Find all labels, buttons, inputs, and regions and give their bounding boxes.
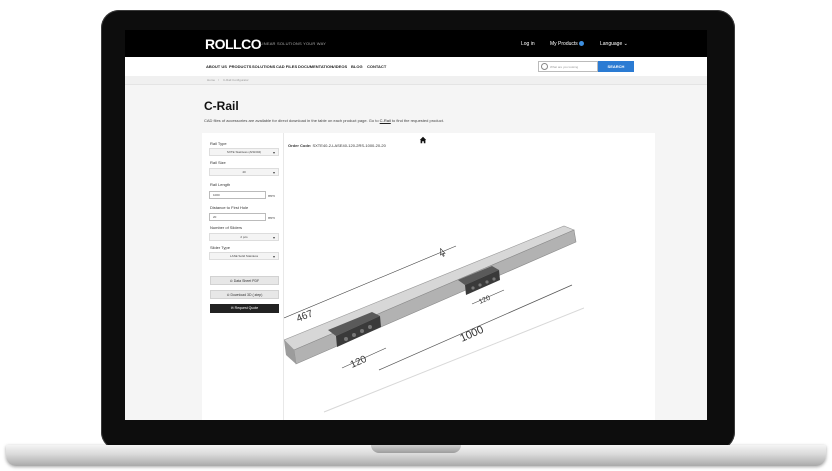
rollco-logo[interactable]: ROLLCO (205, 36, 262, 52)
breadcrumb: Home / C-Rail Configurator (125, 76, 707, 85)
slider-2-bolt (492, 277, 496, 281)
slider-1-bolt (352, 333, 356, 337)
rail-length-label: Rail Length (210, 182, 231, 187)
page-title: C-Rail (204, 99, 239, 113)
language-dropdown[interactable]: Language ⌄ (600, 41, 628, 47)
home-icon[interactable] (419, 136, 427, 144)
login-link[interactable]: Log in (521, 41, 535, 47)
rail-length-input[interactable]: 1000 (209, 191, 266, 199)
order-code-label: Order Code: (288, 143, 312, 148)
chevron-down-icon: ▾ (272, 235, 275, 240)
rail-length-unit: mm (268, 193, 275, 198)
chevron-down-icon: ▾ (272, 150, 275, 155)
search-button[interactable]: SEARCH (598, 61, 634, 72)
chevron-down-icon: ▾ (272, 170, 275, 175)
first-hole-input[interactable]: 20 (209, 213, 266, 221)
slider-1-bolt (368, 325, 372, 329)
request-quote-button[interactable]: ✉ Request Quote (210, 304, 279, 313)
site-header: ROLLCO LINEAR SOLUTIONS YOUR WAY Log in … (125, 30, 707, 57)
browser-screen: ROLLCO LINEAR SOLUTIONS YOUR WAY Log in … (125, 30, 707, 420)
slider-type-label: Slider Type (210, 245, 230, 250)
rail-side-face (293, 229, 577, 365)
sliders-count-select[interactable]: 2 pcs ▾ (209, 233, 279, 241)
sliders-count-value: 2 pcs (240, 235, 248, 239)
nav-videos[interactable]: VIDEOS (332, 64, 347, 69)
nav-about-us[interactable]: ABOUT US (206, 64, 227, 69)
description-text: CAD files of accessories are available f… (204, 118, 380, 123)
slider-1-bolt (344, 337, 348, 341)
rail-size-value: 40 (242, 170, 246, 174)
chevron-down-icon: ▾ (272, 254, 275, 259)
slider-1-bolt (360, 329, 364, 333)
search-icon (541, 63, 548, 70)
nav-products[interactable]: PRODUCTS (229, 64, 251, 69)
tagline: LINEAR SOLUTIONS YOUR WAY (260, 41, 327, 46)
laptop-notch (371, 445, 461, 453)
rail-3d-render[interactable]: 1000 467 120 120 (284, 200, 584, 420)
first-hole-unit: mm (268, 215, 275, 220)
dimension-label-120-a: 120 (349, 354, 369, 371)
my-products-label: My Products (550, 41, 578, 47)
page-description: CAD files of accessories are available f… (204, 118, 444, 123)
slider-2-bolt (485, 280, 489, 284)
nav-documentation[interactable]: DOCUMENTATION (298, 64, 333, 69)
slider-type-select[interactable]: LASE Solid Stainless ▾ (209, 252, 279, 260)
rail-size-label: Rail Size (210, 160, 226, 165)
search-input[interactable]: What are you looking (538, 61, 598, 72)
dimension-label-467: 467 (295, 308, 315, 325)
nav-contact[interactable]: CONTACT (367, 64, 386, 69)
rail-top-face (284, 225, 575, 351)
my-products-link[interactable]: My Products (550, 41, 584, 47)
order-code-value: SXTE40-2-LASE40-120-2RS-1000-20-20 (312, 143, 386, 148)
breadcrumb-home[interactable]: Home (207, 78, 215, 82)
download-3d-button[interactable]: ⊙ Download 3D (.step) (210, 290, 279, 299)
order-code: Order Code: SXTE40-2-LASE40-120-2RS-1000… (288, 143, 386, 148)
slider-2-bolt (471, 286, 475, 290)
rail-size-select[interactable]: 40 ▾ (209, 168, 279, 176)
slider-2-bolt (478, 283, 482, 287)
nav-solutions[interactable]: SOLUTIONS (252, 64, 275, 69)
nav-blog[interactable]: BLOG (351, 64, 363, 69)
nav-cad-files[interactable]: CAD FILES (276, 64, 297, 69)
breadcrumb-separator: / (218, 78, 219, 82)
rail-type-value: SXTE Stainless (AISI304) (226, 150, 262, 154)
breadcrumb-current: C-Rail Configurator (223, 78, 249, 82)
rail-type-select[interactable]: SXTE Stainless (AISI304) ▾ (209, 148, 279, 156)
first-hole-label: Distance to First Hole (210, 205, 249, 210)
slider-type-value: LASE Solid Stainless (229, 254, 259, 258)
products-count-badge (578, 41, 584, 46)
rail-type-label: Rail Type (210, 141, 227, 146)
description-suffix: to find the requested product. (390, 118, 444, 123)
sliders-count-label: Number of Sliders (210, 225, 243, 230)
datasheet-pdf-button[interactable]: ⊙ Data Sheet PDF (210, 276, 279, 285)
dimension-label-1000: 1000 (458, 324, 485, 345)
c-rail-link[interactable]: C-Rail (380, 118, 391, 123)
search-placeholder: What are you looking (550, 65, 579, 69)
